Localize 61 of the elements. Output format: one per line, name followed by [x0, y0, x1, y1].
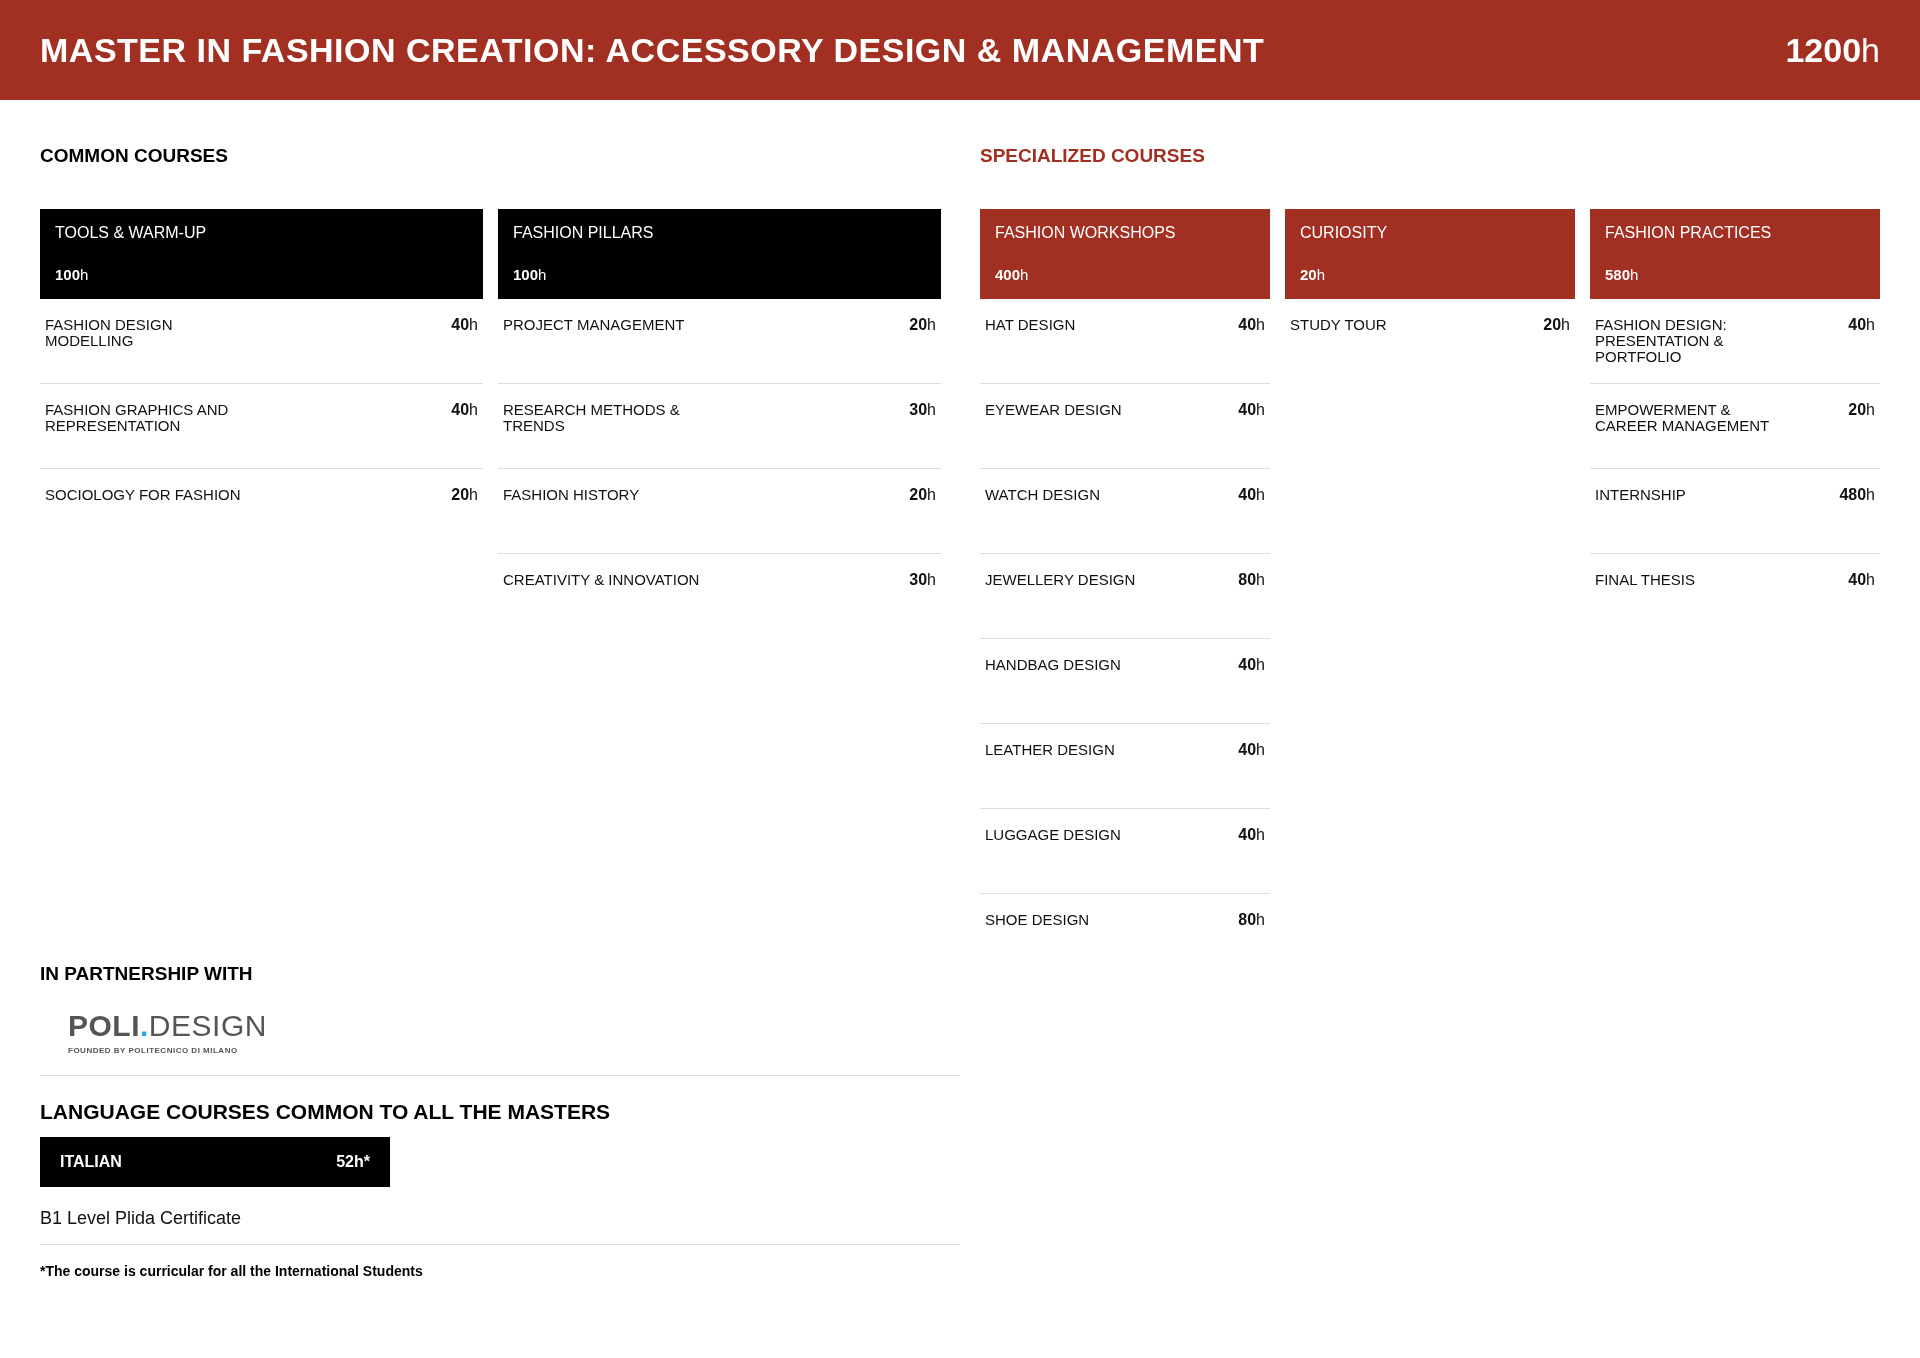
course-group-title: FASHION PILLARS: [513, 222, 655, 243]
course-name: FASHION DESIGN MODELLING: [45, 316, 174, 349]
course-hours: 20h: [909, 486, 936, 503]
course-name: INTERNSHIP: [1595, 486, 1686, 503]
course-group-hours: 100h: [55, 265, 90, 285]
course-name: FASHION DESIGN: PRESENTATION & PORTFOLIO: [1595, 316, 1728, 365]
course-name: EYEWEAR DESIGN: [985, 401, 1122, 418]
course-name: WATCH DESIGN: [985, 486, 1100, 503]
course-group-hours: 400h: [995, 265, 1030, 285]
course-hours: 40h: [1238, 741, 1265, 758]
section-title: LANGUAGE COURSES COMMON TO ALL THE MASTERS: [40, 1098, 612, 1125]
course-hours: 30h: [909, 571, 936, 588]
course-name: SOCIOLOGY FOR FASHION: [45, 486, 241, 503]
course-name: HAT DESIGN: [985, 316, 1076, 333]
course-name: HANDBAG DESIGN: [985, 656, 1121, 673]
page-title: MASTER IN FASHION CREATION: ACCESSORY DESIGN & MANAGEMENT: [40, 29, 1265, 71]
section-title: COMMON COURSES: [40, 144, 229, 168]
section-title: SPECIALIZED COURSES: [980, 144, 1206, 168]
course-hours: 20h: [1848, 401, 1875, 418]
course-hours: 80h: [1238, 571, 1265, 588]
total-hours: 1200h: [1785, 29, 1880, 71]
course-group-hours: 100h: [513, 265, 548, 285]
course-hours: 40h: [1238, 401, 1265, 418]
course-name: LUGGAGE DESIGN: [985, 826, 1121, 843]
course-hours: 40h: [1238, 656, 1265, 673]
course-hours: 20h: [1543, 316, 1570, 333]
course-hours: 20h: [909, 316, 936, 333]
footnote: *The course is curricular for all the International Students: [40, 1262, 424, 1281]
course-name: SHOE DESIGN: [985, 911, 1090, 928]
course-group-title: CURIOSITY: [1300, 222, 1389, 243]
course-name: RESEARCH METHODS & TRENDS: [503, 401, 681, 434]
course-hours: 40h: [1238, 316, 1265, 333]
partner-logo: POLI.DESIGN FOUNDED BY POLITECNICO DI MILANO: [68, 1010, 267, 1057]
course-hours: 20h: [451, 486, 478, 503]
course-hours: 40h: [1238, 826, 1265, 843]
course-hours: 80h: [1238, 911, 1265, 928]
course-group-title: TOOLS & WARM-UP: [55, 222, 208, 243]
course-name: FASHION GRAPHICS AND REPRESENTATION: [45, 401, 230, 434]
course-hours: 40h: [451, 401, 478, 418]
course-hours: 40h: [1848, 571, 1875, 588]
course-name: CREATIVITY & INNOVATION: [503, 571, 700, 588]
course-hours: 30h: [909, 401, 936, 418]
course-hours: 40h: [1238, 486, 1265, 503]
certificate-note: B1 Level Plida Certificate: [40, 1207, 243, 1230]
course-hours: 40h: [1848, 316, 1875, 333]
course-hours: 40h: [451, 316, 478, 333]
course-group-hours: 20h: [1300, 265, 1327, 285]
course-name: PROJECT MANAGEMENT: [503, 316, 685, 333]
course-name: LEATHER DESIGN: [985, 741, 1115, 758]
course-group-title: FASHION WORKSHOPS: [995, 222, 1177, 243]
course-name: FINAL THESIS: [1595, 571, 1696, 588]
course-name: JEWELLERY DESIGN: [985, 571, 1136, 588]
course-name: EMPOWERMENT & CAREER MANAGEMENT: [1595, 401, 1771, 434]
course-group-title: FASHION PRACTICES: [1605, 222, 1773, 243]
course-hours: 480h: [1839, 486, 1875, 503]
language-course-hours: 52h*: [336, 1152, 370, 1172]
section-title: IN PARTNERSHIP WITH: [40, 962, 254, 986]
course-name: FASHION HISTORY: [503, 486, 640, 503]
language-course-name: ITALIAN: [60, 1152, 122, 1172]
course-name: STUDY TOUR: [1290, 316, 1387, 333]
course-group-hours: 580h: [1605, 265, 1640, 285]
